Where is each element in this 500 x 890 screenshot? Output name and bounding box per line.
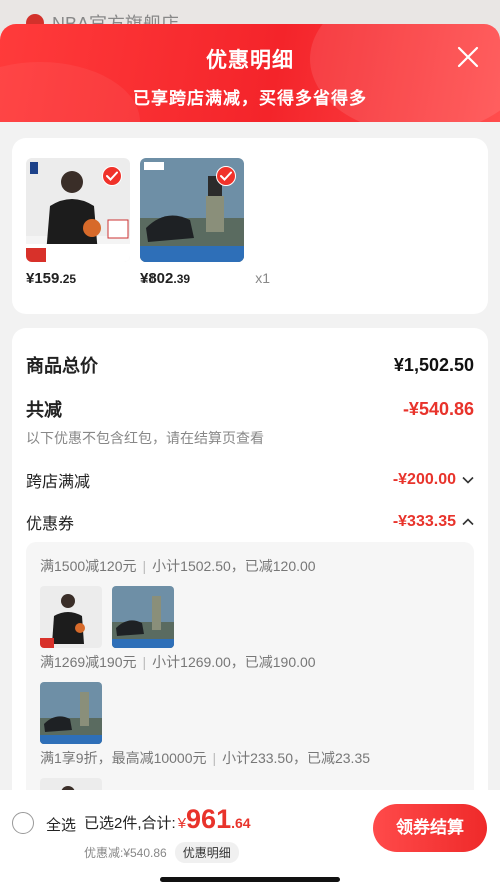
saved-amount: 优惠减:¥540.86 bbox=[84, 846, 167, 860]
selected-count: 已选2件,合计: bbox=[84, 815, 176, 832]
product-item-2[interactable]: ¥802.39 x1 bbox=[140, 158, 270, 287]
sheet-subtitle: 已享跨店满减，买得多省得多 bbox=[133, 89, 367, 108]
discount-note: 以下优惠不包含红包，请在结算页查看 bbox=[26, 430, 264, 446]
checkout-bar: 全选 已选2件,合计: ¥ 961 .64 优惠减:¥540.86 优惠明细 领… bbox=[0, 790, 500, 890]
cross-store-value: -¥200.00 bbox=[393, 471, 474, 489]
coupon-rule-text: 满1享9折，最高减10000元 | 小计233.50，已减23.35 bbox=[40, 750, 371, 766]
coupon-breakdown: 满1500减120元 | 小计1502.50，已减120.00 满1269减190元… bbox=[26, 542, 474, 808]
total-price-value: ¥1,502.50 bbox=[393, 354, 474, 375]
chevron-up-icon bbox=[462, 518, 474, 526]
total-amount: 961 bbox=[186, 804, 232, 834]
coupon-rule-text: 满1269减190元 | 小计1269.00，已减190.00 bbox=[40, 654, 316, 670]
product-price: ¥159.25 bbox=[26, 270, 77, 287]
coupon-product-thumb-2 bbox=[40, 682, 102, 744]
currency-symbol: ¥ bbox=[177, 815, 187, 832]
total-price-row: 商品总价 ¥1,502.50 bbox=[26, 352, 474, 378]
total-reduce-row: 共减 -¥540.86 bbox=[26, 396, 474, 422]
selected-check-icon[interactable] bbox=[102, 166, 122, 186]
saved-info: 优惠减:¥540.86 优惠明细 bbox=[84, 842, 239, 863]
product-price: ¥802.39 bbox=[140, 270, 191, 287]
product-qty: x1 bbox=[255, 270, 270, 286]
discount-detail-sheet: 优惠明细 已享跨店满减，买得多省得多 ¥159.25 x1 ¥802.39 x1… bbox=[0, 24, 500, 890]
coupon-product-thumb-1 bbox=[40, 586, 102, 648]
chevron-down-icon bbox=[462, 476, 474, 484]
coupon-rule-text: 满1500减120元 | 小计1502.50，已减120.00 bbox=[40, 558, 316, 574]
discount-detail-button[interactable]: 优惠明细 bbox=[174, 842, 239, 863]
total-reduce-value: -¥540.86 bbox=[402, 398, 474, 419]
coupon-product-thumb-2 bbox=[112, 586, 174, 648]
total-price-label: 商品总价 bbox=[26, 356, 98, 376]
order-summary: 已选2件,合计: ¥ 961 .64 bbox=[84, 804, 251, 835]
cross-store-label: 跨店满减 bbox=[26, 474, 91, 491]
select-all-radio[interactable] bbox=[12, 812, 34, 834]
select-all-label[interactable]: 全选 bbox=[46, 814, 76, 835]
close-icon[interactable] bbox=[456, 45, 480, 69]
product-item-1[interactable]: ¥159.25 x1 bbox=[26, 158, 156, 287]
selected-check-icon[interactable] bbox=[216, 166, 236, 186]
products-card: ¥159.25 x1 ¥802.39 x1 bbox=[12, 138, 488, 314]
coupon-group-2: 满1269减190元 | 小计1269.00，已减190.00 bbox=[40, 652, 464, 744]
total-reduce-label: 共减 bbox=[26, 400, 62, 420]
total-cents: .64 bbox=[231, 815, 251, 831]
price-detail-card: 商品总价 ¥1,502.50 共减 -¥540.86 以下优惠不包含红包，请在结… bbox=[12, 328, 488, 808]
home-indicator bbox=[160, 877, 340, 882]
sheet-title: 优惠明细 bbox=[206, 49, 294, 72]
product-image-2 bbox=[140, 158, 244, 262]
cross-store-row[interactable]: 跨店满减 -¥200.00 bbox=[26, 468, 474, 492]
checkout-button[interactable]: 领券结算 bbox=[373, 804, 487, 852]
product-image-1 bbox=[26, 158, 130, 262]
coupon-label: 优惠券 bbox=[26, 516, 75, 533]
coupon-row[interactable]: 优惠券 -¥333.35 bbox=[26, 510, 474, 534]
sheet-header: 优惠明细 已享跨店满减，买得多省得多 bbox=[0, 24, 500, 122]
coupon-group-1: 满1500减120元 | 小计1502.50，已减120.00 bbox=[40, 556, 464, 648]
coupon-value: -¥333.35 bbox=[393, 513, 474, 531]
